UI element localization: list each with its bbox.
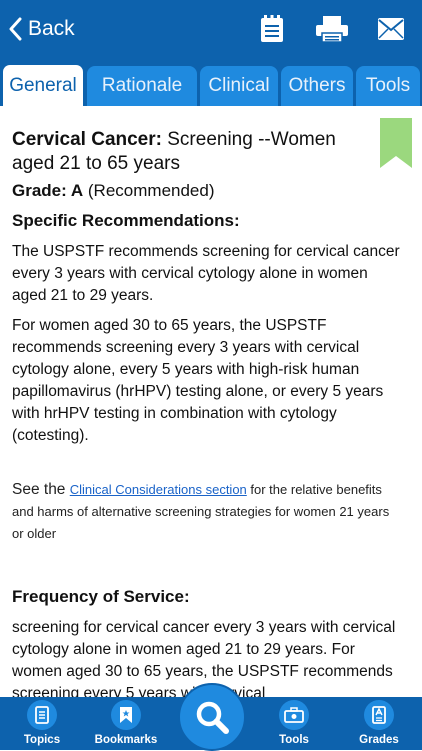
- title-topic: Cervical Cancer:: [12, 129, 162, 150]
- nav-topics-label: Topics: [23, 734, 61, 746]
- toolbox-icon: [279, 700, 309, 730]
- back-label: Back: [28, 17, 75, 40]
- chevron-left-icon: [9, 17, 22, 41]
- nav-grades[interactable]: Grades: [344, 697, 414, 750]
- clinical-considerations-link[interactable]: Clinical Considerations section: [70, 482, 247, 497]
- search-button[interactable]: [178, 683, 246, 751]
- nav-tools-label: Tools: [279, 734, 309, 746]
- content-area: Cervical Cancer: Screening --Women aged …: [12, 128, 404, 705]
- grade-value: Grade: A: [12, 181, 84, 200]
- grade-line: Grade: A (Recommended): [12, 180, 404, 202]
- grade-icon: [364, 700, 394, 730]
- back-button[interactable]: Back: [8, 14, 75, 44]
- frequency-heading: Frequency of Service:: [12, 587, 190, 606]
- document-icon: [27, 700, 57, 730]
- recommendation-paragraph-1: The USPSTF recommends screening for cerv…: [12, 243, 400, 304]
- nav-topics[interactable]: Topics: [7, 697, 77, 750]
- envelope-icon[interactable]: [376, 14, 406, 44]
- grade-description: (Recommended): [83, 181, 215, 200]
- tab-tools[interactable]: Tools: [356, 66, 420, 106]
- nav-bookmarks-label: Bookmarks: [94, 734, 158, 746]
- recommendation-paragraph-2: For women aged 30 to 65 years, the USPST…: [12, 317, 384, 444]
- tab-clinical[interactable]: Clinical: [200, 66, 278, 106]
- nav-tools[interactable]: Tools: [259, 697, 329, 750]
- search-icon: [196, 701, 229, 734]
- nav-grades-label: Grades: [359, 734, 399, 746]
- nav-bookmarks[interactable]: Bookmarks: [91, 697, 161, 750]
- tab-rationale[interactable]: Rationale: [87, 66, 197, 106]
- tab-general[interactable]: General: [2, 64, 84, 106]
- see-also-text: See the Clinical Considerations section …: [12, 479, 404, 545]
- printer-icon[interactable]: [314, 14, 350, 44]
- tab-others[interactable]: Others: [281, 66, 353, 106]
- specific-recommendations-heading: Specific Recommendations:: [12, 211, 240, 230]
- see-lead: See the: [12, 481, 70, 498]
- bookmark-icon: [111, 700, 141, 730]
- top-bar: Back: [0, 0, 422, 62]
- notes-icon[interactable]: [257, 14, 287, 44]
- tab-bar: General Rationale Clinical Others Tools: [0, 62, 422, 106]
- recommendation-title: Cervical Cancer: Screening --Women aged …: [12, 128, 362, 176]
